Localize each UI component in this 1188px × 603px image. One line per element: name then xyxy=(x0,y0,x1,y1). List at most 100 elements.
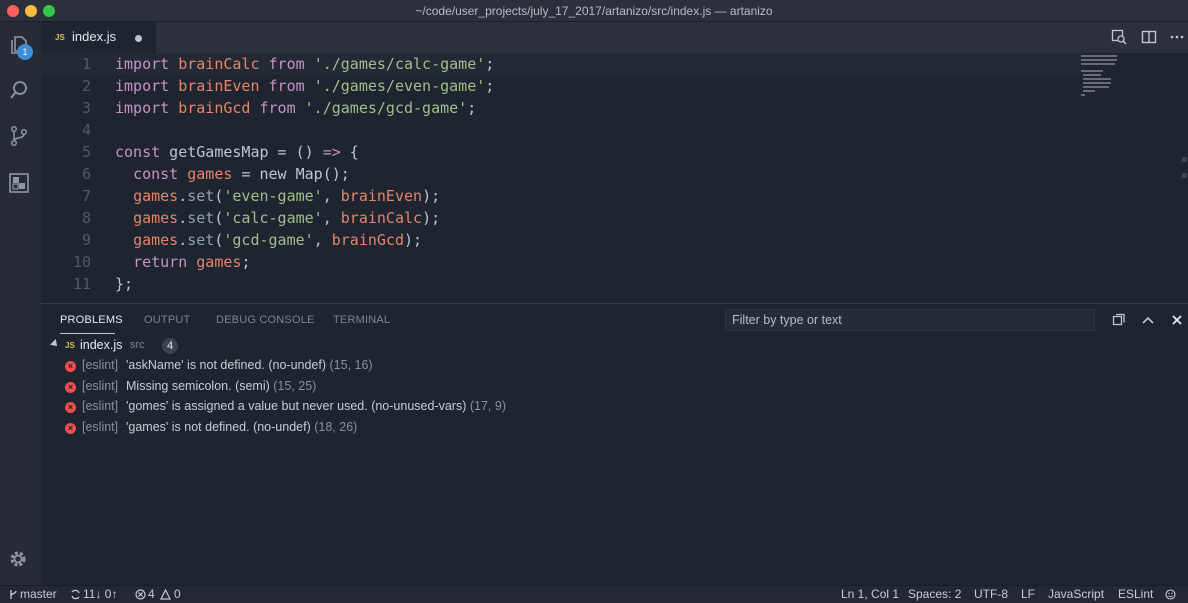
code-token: set xyxy=(187,209,215,227)
code-token: 'calc-game' xyxy=(223,209,323,227)
code-token: brainCalc xyxy=(178,55,260,73)
code-token: }; xyxy=(115,275,134,293)
problem-source: [eslint] xyxy=(82,399,119,413)
code-token: ; xyxy=(467,99,477,117)
warning-icon xyxy=(160,589,171,600)
code-token: brainCalc xyxy=(340,209,423,227)
git-branch[interactable]: master xyxy=(20,587,57,601)
code-token: ; xyxy=(485,77,495,95)
code-line[interactable]: 10 return games; xyxy=(41,251,1081,273)
warning-count[interactable]: 0 xyxy=(174,587,181,601)
code-token: , xyxy=(322,209,341,227)
code-token: import xyxy=(115,77,170,95)
tab-terminal[interactable]: TERMINAL xyxy=(333,314,390,326)
feedback-smiley-icon[interactable] xyxy=(1165,589,1176,600)
error-count[interactable]: 4 xyxy=(148,587,155,601)
open-preview-icon[interactable] xyxy=(1111,29,1127,45)
editor-tab-bar: JS index.js xyxy=(41,22,1188,53)
error-icon: × xyxy=(65,381,76,393)
code-token: games xyxy=(133,231,179,249)
code-token: brainGcd xyxy=(178,99,251,117)
line-number: 2 xyxy=(81,77,91,95)
problem-file-path: src xyxy=(130,339,145,351)
problem-item[interactable]: × [eslint] Missing semicolon. (semi) (15, … xyxy=(65,378,965,398)
problem-file-row[interactable]: JS index.js src 4 xyxy=(49,337,349,355)
window-title: ~/code/user_projects/july_17_2017/artani… xyxy=(415,4,773,18)
settings-gear-icon[interactable] xyxy=(8,549,28,569)
code-token: './games/calc-game' xyxy=(313,55,486,73)
code-line[interactable]: 3 import brainGcd from './games/gcd-game'… xyxy=(41,97,1081,119)
code-token: ); xyxy=(404,231,423,249)
git-branch-icon xyxy=(10,590,17,599)
code-line[interactable]: 7 games.set('even-game', brainEven); xyxy=(41,185,1081,207)
code-token: => xyxy=(322,143,341,161)
problem-message: 'games' is not defined. (no-undef) (18, … xyxy=(126,420,357,434)
code-line[interactable]: 2 import brainEven from './games/even-gam… xyxy=(41,75,1081,97)
expand-triangle-icon[interactable] xyxy=(50,339,60,349)
tab-debug-console[interactable]: DEBUG CONSOLE xyxy=(216,314,315,326)
code-token: import xyxy=(115,99,170,117)
code-token: 'even-game' xyxy=(223,187,323,205)
code-line[interactable]: 9 games.set('gcd-game', brainGcd); xyxy=(41,229,1081,251)
error-icon: × xyxy=(65,422,76,434)
code-token: 'gcd-game' xyxy=(223,231,314,249)
problem-position: (15, 16) xyxy=(329,358,373,372)
collapse-all-icon[interactable] xyxy=(1112,313,1126,327)
code-line[interactable]: 4 xyxy=(41,119,1081,141)
code-text: const getGamesMap = () => { xyxy=(115,141,359,163)
more-actions-icon[interactable] xyxy=(1169,29,1185,45)
code-token: , xyxy=(313,231,332,249)
tab-output[interactable]: OUTPUT xyxy=(144,314,190,326)
indentation[interactable]: Spaces: 2 xyxy=(908,587,961,601)
code-line[interactable]: 5 const getGamesMap = () => { xyxy=(41,141,1081,163)
tab-problems[interactable]: PROBLEMS xyxy=(60,314,123,326)
eslint-status[interactable]: ESLint xyxy=(1118,587,1153,601)
problem-text: 'askName' is not defined. (no-undef) xyxy=(126,358,327,372)
problem-item[interactable]: × [eslint] 'askName' is not defined. (no-u… xyxy=(65,357,965,377)
activity-bar: 1 xyxy=(0,22,41,585)
line-number: 8 xyxy=(81,209,91,227)
problem-item[interactable]: × [eslint] 'games' is not defined. (no-und… xyxy=(65,419,965,439)
file-encoding[interactable]: UTF-8 xyxy=(974,587,1008,601)
minimap[interactable] xyxy=(1081,53,1141,113)
split-editor-icon[interactable] xyxy=(1141,29,1157,45)
code-token: = new Map(); xyxy=(232,165,350,183)
maximize-panel-chevron-up-icon[interactable] xyxy=(1141,313,1155,327)
code-token: set xyxy=(187,231,215,249)
extensions-icon[interactable] xyxy=(8,172,30,194)
scrollbar-error-marker xyxy=(1182,173,1187,178)
code-text: }; xyxy=(115,273,133,295)
code-token: ; xyxy=(485,55,495,73)
cursor-position[interactable]: Ln 1, Col 1 xyxy=(841,587,899,601)
filter-placeholder: Filter by type or text xyxy=(732,313,842,327)
search-icon[interactable] xyxy=(8,79,30,101)
code-editor[interactable]: 1 import brainCalc from './games/calc-gam… xyxy=(41,53,1188,303)
problem-text: 'gomes' is assigned a value but never us… xyxy=(126,399,467,413)
source-control-icon[interactable] xyxy=(8,125,30,147)
problem-text: 'games' is not defined. (no-undef) xyxy=(126,419,311,434)
code-text: games.set('even-game', brainEven); xyxy=(115,185,440,207)
problem-message: Missing semicolon. (semi) (15, 25) xyxy=(126,379,316,393)
code-line[interactable]: 1 import brainCalc from './games/calc-gam… xyxy=(41,53,1081,75)
code-text: const games = new Map(); xyxy=(115,163,350,185)
line-ending[interactable]: LF xyxy=(1021,587,1035,601)
code-token: './games/gcd-game' xyxy=(304,99,468,117)
problem-item[interactable]: × [eslint] 'gomes' is assigned a value but… xyxy=(65,398,965,418)
line-number: 11 xyxy=(72,275,91,293)
unsaved-dot-icon[interactable] xyxy=(135,35,142,42)
problems-filter-input[interactable]: Filter by type or text xyxy=(725,309,1095,331)
tab-index-js[interactable]: JS index.js xyxy=(41,22,156,53)
error-icon: × xyxy=(65,361,76,372)
sync-status[interactable]: 11↓ 0↑ xyxy=(83,587,117,601)
line-number: 5 xyxy=(81,143,91,161)
close-panel-icon[interactable] xyxy=(1170,313,1184,327)
line-number: 9 xyxy=(81,231,91,249)
tab-label: index.js xyxy=(72,29,117,44)
code-line[interactable]: 8 games.set('calc-game', brainCalc); xyxy=(41,207,1081,229)
code-line[interactable]: 6 const games = new Map(); xyxy=(41,163,1081,185)
code-line[interactable]: 11}; xyxy=(41,273,1081,295)
language-mode[interactable]: JavaScript xyxy=(1048,587,1104,601)
